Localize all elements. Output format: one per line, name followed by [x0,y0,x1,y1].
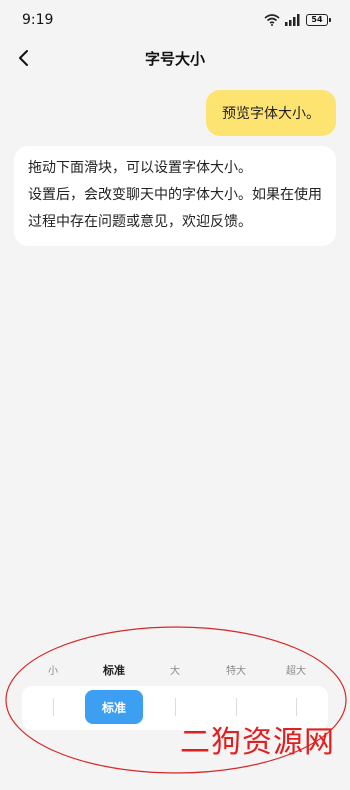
battery-icon: 54 [306,14,331,26]
size-label-super-large[interactable]: 超大 [271,662,321,677]
status-bar: 9:19 54 [0,0,350,40]
wifi-icon [264,11,280,30]
font-size-labels: 小 标准 大 特大 超大 [14,656,336,682]
size-label-extra-large[interactable]: 特大 [211,662,261,677]
info-message-line: 过程中存在问题或意见，欢迎反馈。 [28,214,252,230]
slider-tick [53,698,54,716]
navigation-bar: 字号大小 [0,40,350,76]
cellular-signal-icon [285,11,301,30]
preview-message-text: 预览字体大小。 [222,106,320,122]
info-message-bubble: 拖动下面滑块，可以设置字体大小。 设置后，会改变聊天中的字体大小。如果在使用 过… [14,146,336,246]
slider-tick [175,698,176,716]
size-label-standard[interactable]: 标准 [89,662,139,678]
info-message-line: 设置后，会改变聊天中的字体大小。如果在使用 [28,187,322,203]
slider-thumb[interactable]: 标准 [85,690,143,724]
font-size-panel: 小 标准 大 特大 超大 标准 [14,656,336,730]
slider-tick [236,698,237,716]
page-title: 字号大小 [144,50,205,68]
status-icons: 54 [264,11,331,30]
size-label-large[interactable]: 大 [150,662,200,677]
info-message-line: 拖动下面滑块，可以设置字体大小。 [28,160,252,176]
watermark-text: 二狗资源网 [180,725,335,760]
preview-message-bubble: 预览字体大小。 [206,90,336,136]
size-label-small[interactable]: 小 [28,662,78,677]
slider-tick [296,698,297,716]
status-time: 9:19 [22,12,54,28]
